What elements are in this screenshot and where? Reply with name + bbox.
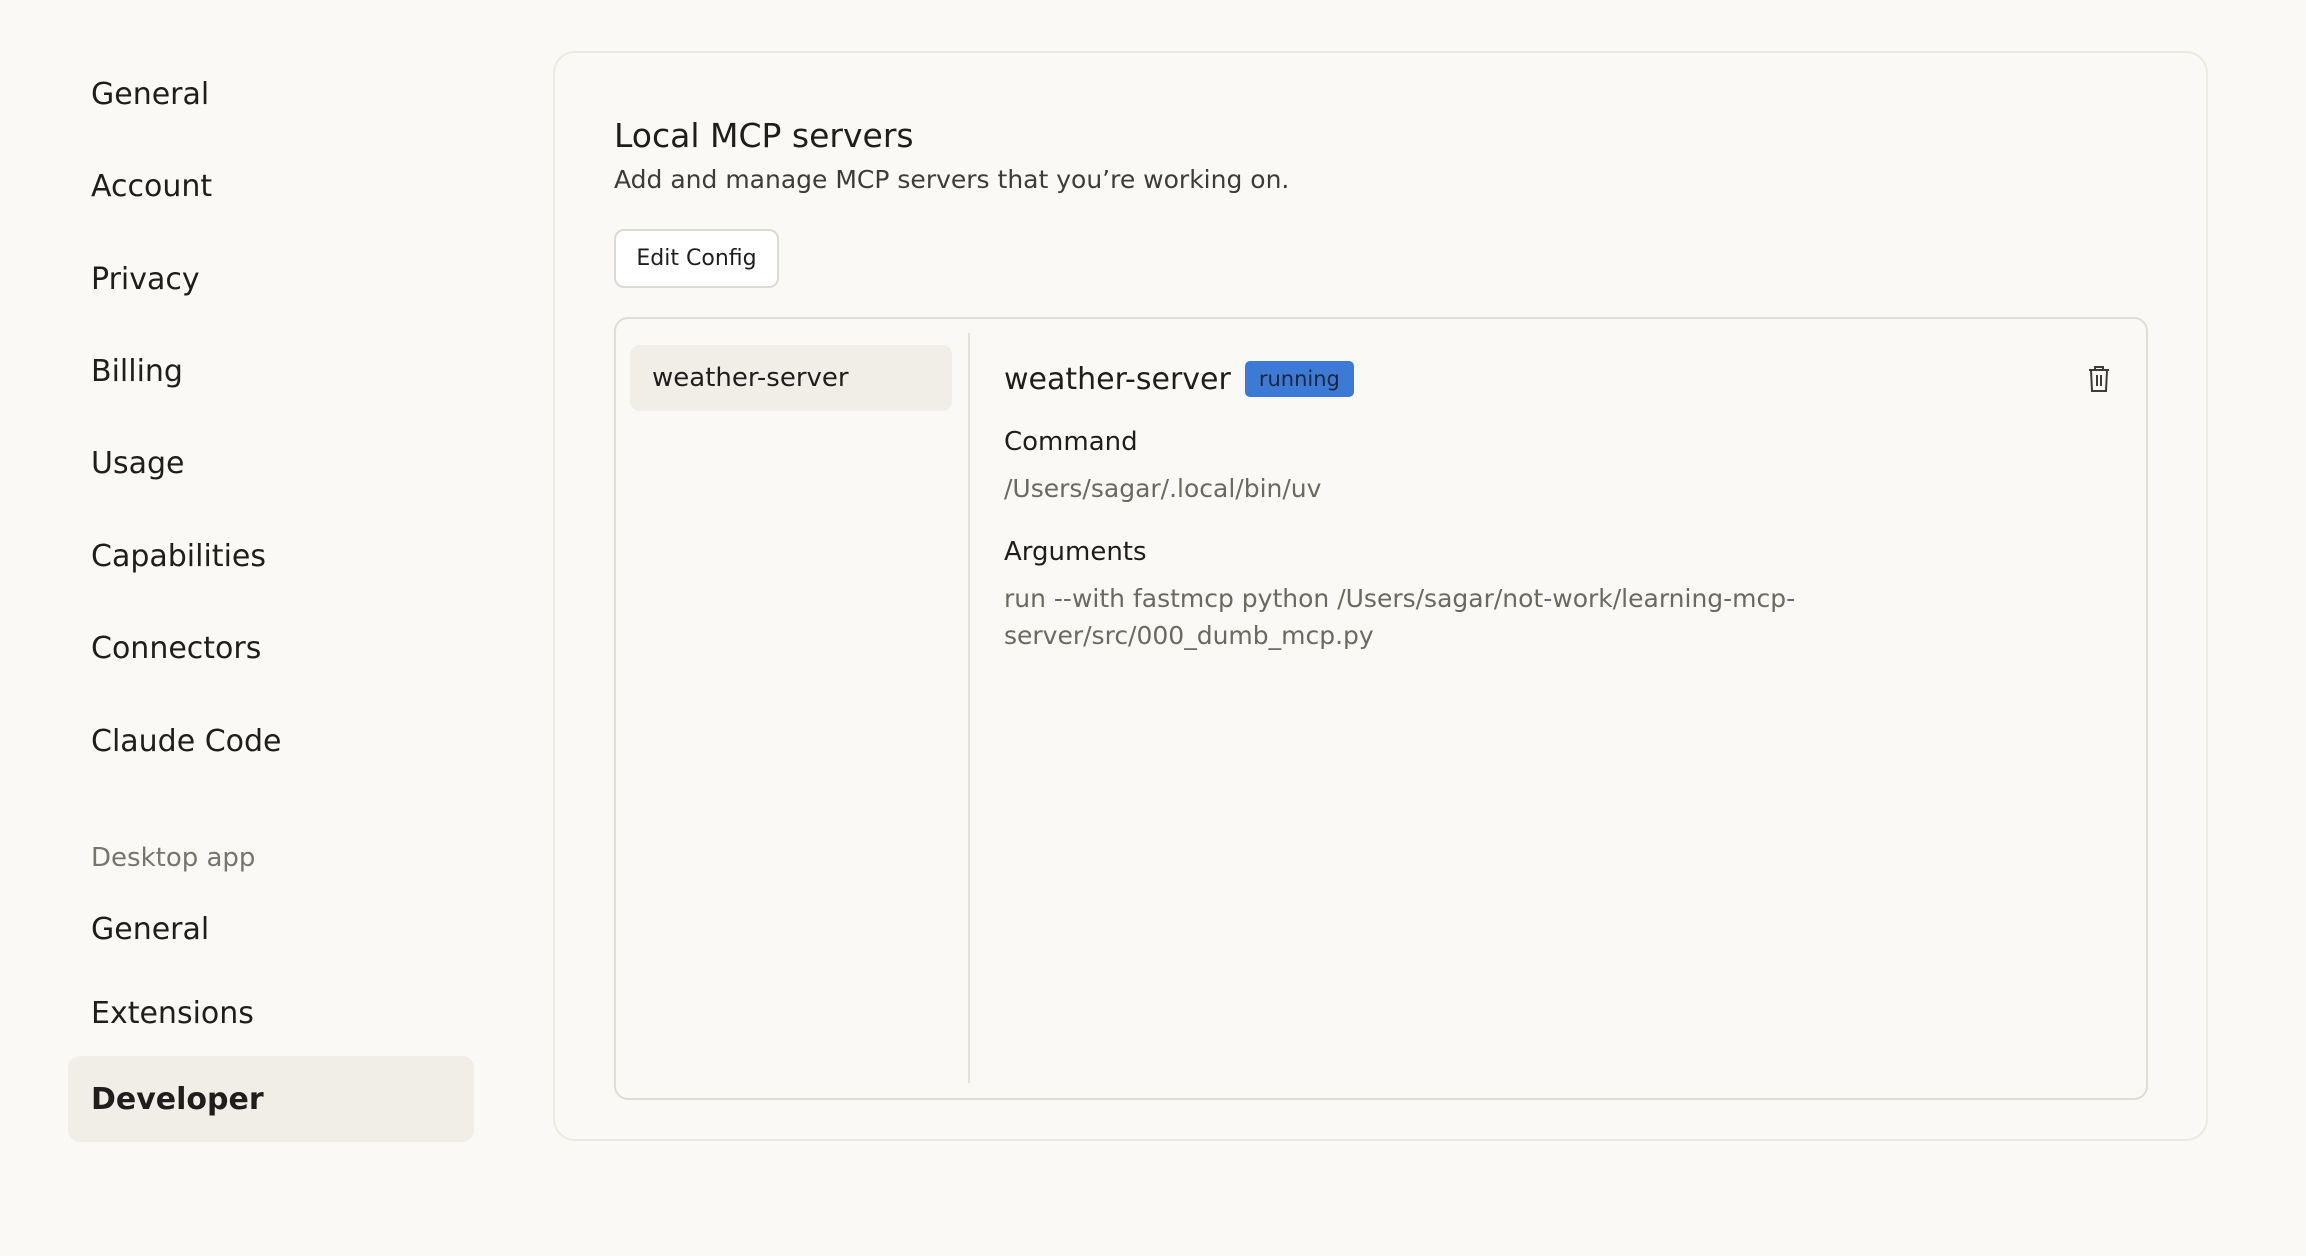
sidebar-item-privacy[interactable]: Privacy [68,248,474,310]
sidebar-item-account[interactable]: Account [68,155,474,217]
arguments-value: run --with fastmcp python /Users/sagar/n… [1004,584,1796,650]
local-mcp-servers-card: Local MCP servers Add and manage MCP ser… [553,51,2208,1141]
command-label: Command [1004,427,1138,457]
sidebar-item-capabilities[interactable]: Capabilities [68,525,474,587]
desktop-app-heading: Desktop app [91,843,256,873]
sidebar-item-desktop-general[interactable]: General [68,898,474,960]
status-badge: running [1244,361,1354,397]
sidebar-item-connectors[interactable]: Connectors [68,617,474,679]
server-list: weather-server [630,345,952,411]
sidebar-item-developer[interactable]: Developer [68,1056,474,1142]
page-title: Local MCP servers [614,116,914,155]
sidebar-item-usage[interactable]: Usage [68,432,474,494]
server-detail-header: weather-server running [1004,357,1354,401]
sidebar-item-billing[interactable]: Billing [68,340,474,402]
trash-icon[interactable] [2082,361,2116,397]
server-name: weather-server [1004,361,1231,397]
page-subtitle: Add and manage MCP servers that you’re w… [614,165,1290,194]
sidebar-item-extensions[interactable]: Extensions [68,982,474,1044]
sidebar-item-claude-code[interactable]: Claude Code [68,710,474,772]
panel-divider [968,333,970,1083]
arguments-label: Arguments [1004,537,1147,567]
servers-panel: weather-server weather-server running Co… [614,317,2148,1100]
edit-config-button[interactable]: Edit Config [614,229,779,288]
sidebar-item-general[interactable]: General [68,63,474,125]
server-list-item[interactable]: weather-server [630,345,952,411]
command-value: /Users/sagar/.local/bin/uv [1004,474,1322,503]
